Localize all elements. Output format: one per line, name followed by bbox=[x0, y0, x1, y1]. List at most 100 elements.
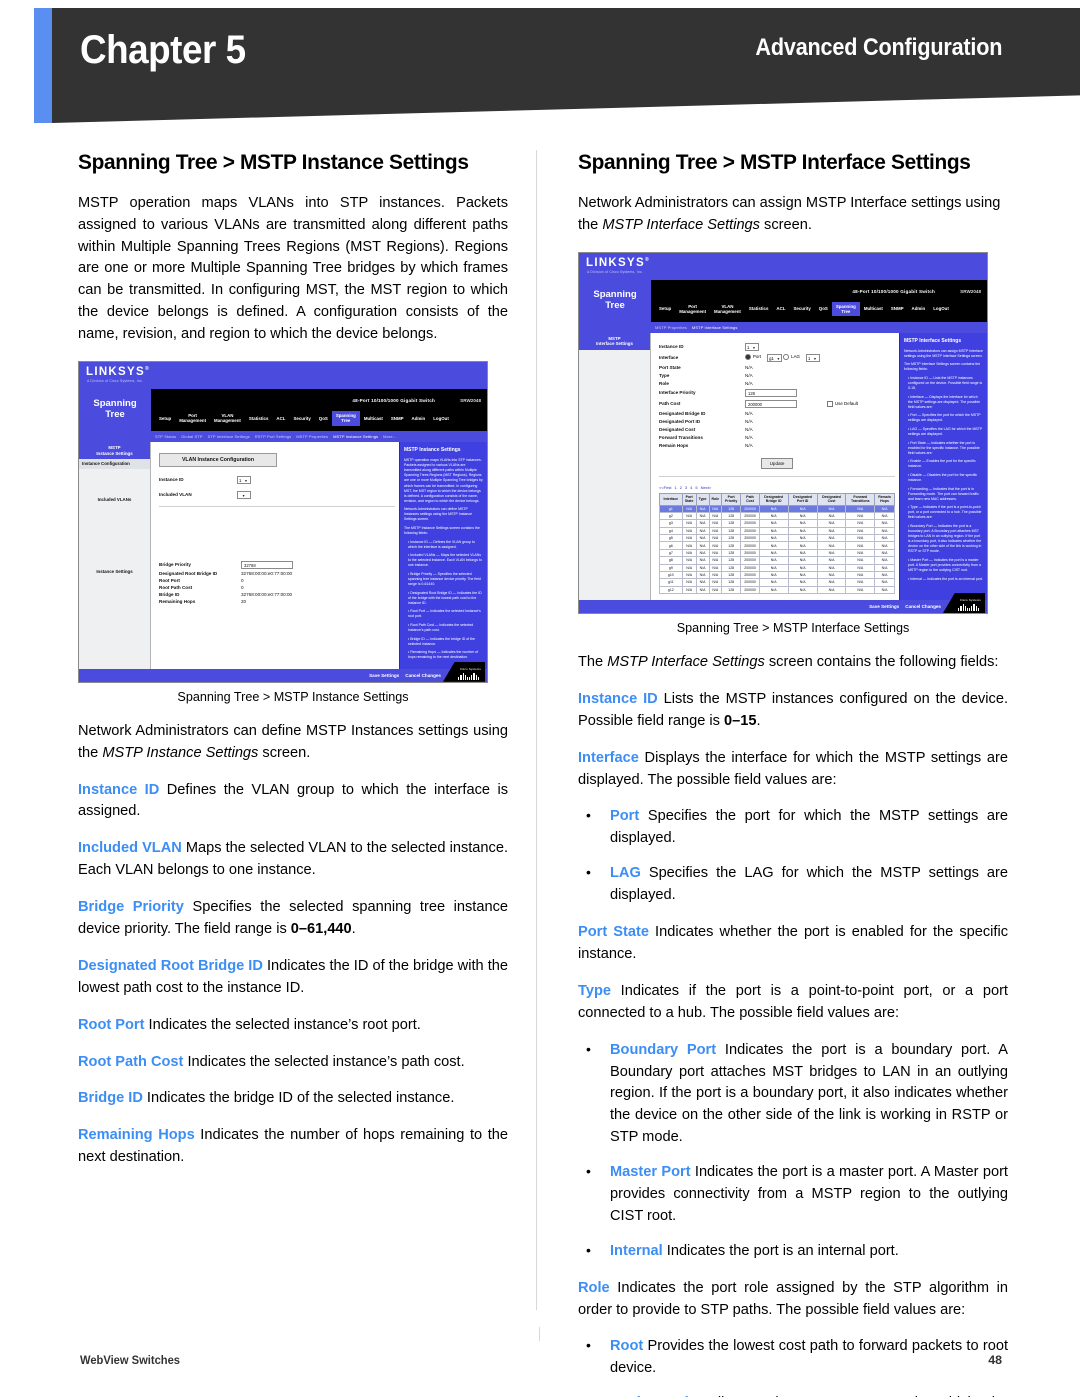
ui-tab-acl[interactable]: ACL bbox=[272, 414, 289, 423]
pager-page[interactable]: 5 bbox=[695, 485, 697, 490]
ui-right-brand-box: Spanning Tree bbox=[579, 279, 651, 322]
sidebar-item-included-vlans[interactable]: Included VLANs bbox=[79, 495, 150, 505]
linksys-logo-subtitle: A Division of Cisco Systems, Inc. bbox=[87, 378, 143, 383]
pager-page[interactable]: 4 bbox=[690, 485, 692, 490]
ui-right-footer-actions[interactable]: Save Settings Cancel Changes bbox=[869, 604, 941, 609]
right-heading: Spanning Tree > MSTP Interface Settings bbox=[578, 150, 971, 174]
sidebar-item-instance-settings[interactable]: Instance Settings bbox=[79, 567, 150, 577]
ui-right-tab-strip[interactable]: Setup Port Management VLAN Management Stati… bbox=[651, 296, 987, 322]
form-input[interactable]: 128 bbox=[745, 388, 797, 397]
included-vlan-dropdown[interactable] bbox=[237, 490, 251, 499]
ui-right-breadcrumbs[interactable]: MSTP Properties MSTP Interface Settings bbox=[579, 321, 987, 333]
ui-tab-logout[interactable]: LogOut bbox=[429, 414, 453, 423]
ui-tab-admin[interactable]: Admin bbox=[408, 414, 430, 423]
table-row[interactable]: g8 N/A N/A N/A 128 200000 N/A N/A N/A N/A N/A bbox=[659, 556, 895, 565]
sidebar-item-instance-configuration[interactable]: Instance Configuration bbox=[79, 459, 150, 470]
radio-lag[interactable]: LAG bbox=[783, 354, 800, 360]
ui-tab-snmp[interactable]: SNMP bbox=[887, 304, 908, 313]
settings-value[interactable]: 32768 bbox=[241, 560, 293, 569]
ui-right-footer: Save Settings Cancel Changes Cisco Syste… bbox=[579, 593, 987, 614]
ui-tab-snmp[interactable]: SNMP bbox=[387, 414, 408, 423]
field-definition: LAG Specifies the LAG for which the MSTP… bbox=[578, 862, 1008, 907]
table-column-header: Interface bbox=[659, 492, 683, 506]
pager-next[interactable]: Next> bbox=[701, 485, 712, 490]
pager-page[interactable]: 1 bbox=[674, 485, 676, 490]
form-dropdown[interactable]: 1 bbox=[745, 342, 759, 351]
ui-tab-setup[interactable]: Setup bbox=[655, 304, 675, 313]
ui-tab-security[interactable]: Security bbox=[789, 304, 814, 313]
table-row[interactable]: g5 N/A N/A N/A 128 200000 N/A N/A N/A N/A N/A bbox=[659, 534, 895, 543]
breadcrumb-item[interactable]: MSTP Instance Settings bbox=[333, 434, 378, 439]
ui-tab-spanning-tree[interactable]: Spanning Tree bbox=[331, 411, 360, 426]
ui-left-tab-strip[interactable]: Setup Port Management VLAN Management Stati… bbox=[151, 405, 487, 431]
port-dropdown[interactable]: g1 bbox=[767, 353, 782, 362]
table-row[interactable]: g11 N/A N/A N/A 128 200000 N/A N/A N/A N/A N/A bbox=[659, 578, 895, 587]
help-paragraph: Network Administrators can define MSTP I… bbox=[404, 507, 473, 522]
table-row[interactable]: g6 N/A N/A N/A 128 200000 N/A N/A N/A N/A N/A bbox=[659, 541, 895, 550]
device-sku-label: SRW2048 bbox=[460, 397, 481, 403]
table-cell: N/A bbox=[816, 548, 847, 558]
ui-right-sidebar[interactable]: MSTP Interface Settings bbox=[579, 332, 651, 601]
ui-tab-port-management[interactable]: Port Management bbox=[675, 302, 710, 316]
ui-tab-spanning-tree[interactable]: Spanning Tree bbox=[831, 301, 860, 317]
breadcrumb-item[interactable]: MSTP Interface Settings bbox=[692, 325, 738, 330]
table-row[interactable]: g4 N/A N/A N/A 128 200000 N/A N/A N/A N/A N/A bbox=[659, 526, 895, 536]
ui-tab-acl[interactable]: ACL bbox=[772, 304, 789, 313]
table-row[interactable]: g9 N/A N/A N/A 128 200000 N/A N/A N/A N/A N/A bbox=[659, 563, 895, 572]
pager-page[interactable]: 2 bbox=[680, 485, 682, 490]
ui-tab-multicast[interactable]: Multicast bbox=[860, 304, 887, 313]
pager-first[interactable]: <<First bbox=[659, 485, 671, 490]
ui-tab-multicast[interactable]: Multicast bbox=[360, 414, 387, 423]
use-default-checkbox[interactable]: Use Default bbox=[827, 401, 858, 407]
ui-right-body: MSTPInterface Settings Instance ID1Inter… bbox=[579, 332, 987, 601]
table-cell: N/A bbox=[758, 534, 789, 543]
breadcrumb-item[interactable]: MSTP Properties bbox=[655, 325, 687, 330]
breadcrumb-item[interactable]: Global STP bbox=[181, 434, 202, 439]
ui-tab-qos[interactable]: QoS bbox=[815, 304, 832, 313]
table-row[interactable]: g10 N/A N/A N/A 128 200000 N/A N/A N/A N/A N/A bbox=[659, 570, 895, 580]
vlan-instance-configuration-button[interactable]: VLAN Instance Configuration bbox=[159, 452, 277, 467]
table-cell: g5 bbox=[659, 534, 683, 543]
ui-tab-statistics[interactable]: Statistics bbox=[245, 414, 273, 423]
table-row[interactable]: g12 N/A N/A N/A 128 200000 N/A N/A N/A N/A N/A bbox=[659, 585, 895, 595]
pager-page[interactable]: 3 bbox=[685, 485, 687, 490]
field-term: Root Path Cost bbox=[78, 1053, 184, 1070]
table-pager[interactable]: <<First 1 2 3 4 5 Next> bbox=[659, 485, 895, 490]
form-input[interactable]: 200000 bbox=[745, 399, 797, 408]
ui-tab-setup[interactable]: Setup bbox=[155, 414, 175, 423]
table-row[interactable]: g3 N/A N/A N/A 128 200000 N/A N/A N/A N/A N/A bbox=[659, 519, 895, 528]
ui-left-sidebar[interactable]: MSTP Instance Settings Instance Configura… bbox=[79, 441, 151, 669]
cancel-changes-button[interactable]: Cancel Changes bbox=[405, 673, 441, 678]
ui-tab-logout[interactable]: LogOut bbox=[929, 304, 953, 313]
breadcrumb-item[interactable]: STP Interface Settings bbox=[208, 434, 250, 439]
update-button[interactable]: Update bbox=[760, 457, 794, 469]
instance-id-dropdown[interactable]: 1 bbox=[237, 475, 251, 484]
breadcrumb-item[interactable]: MSTP Properties bbox=[296, 434, 328, 439]
interface-radio-group[interactable]: Port g1 LAG 1 bbox=[745, 353, 820, 362]
cancel-changes-button[interactable]: Cancel Changes bbox=[905, 604, 941, 609]
ui-tab-vlan-management[interactable]: VLAN Management bbox=[210, 411, 245, 425]
column-divider bbox=[536, 150, 537, 1310]
breadcrumb-item[interactable]: STP Status bbox=[155, 434, 176, 439]
ui-tab-vlan-management[interactable]: VLAN Management bbox=[710, 302, 745, 316]
save-settings-button[interactable]: Save Settings bbox=[869, 604, 899, 609]
ui-left-breadcrumbs[interactable]: STP Status Global STP STP Interface Settin… bbox=[79, 430, 487, 442]
radio-port[interactable]: Port bbox=[745, 354, 761, 360]
ui-tab-statistics[interactable]: Statistics bbox=[745, 304, 773, 313]
table-row[interactable]: g7 N/A N/A N/A 128 200000 N/A N/A N/A N/A N/A bbox=[659, 548, 895, 558]
ui-tab-admin[interactable]: Admin bbox=[908, 304, 930, 313]
field-term: Type bbox=[578, 982, 611, 999]
ui-left-footer-actions[interactable]: Save Settings Cancel Changes bbox=[369, 673, 441, 678]
ui-tab-port-management[interactable]: Port Management bbox=[175, 411, 210, 425]
breadcrumb-item[interactable]: More... bbox=[383, 434, 396, 439]
save-settings-button[interactable]: Save Settings bbox=[369, 673, 399, 678]
ui-tab-security[interactable]: Security bbox=[289, 414, 314, 423]
table-body[interactable]: g1 N/A N/A N/A 128 200000 N/A N/A N/A N/A N/A g2 N/A… bbox=[659, 504, 895, 595]
table-row[interactable]: g1 N/A N/A N/A 128 200000 N/A N/A N/A N/A N/A bbox=[659, 504, 895, 513]
breadcrumb-item[interactable]: RSTP Port Settings bbox=[255, 434, 291, 439]
table-cell: g7 bbox=[659, 548, 683, 558]
table-row[interactable]: g2 N/A N/A N/A 128 200000 N/A N/A N/A N/A N/A bbox=[659, 511, 895, 521]
lag-dropdown[interactable]: 1 bbox=[805, 353, 820, 362]
ui-tab-qos[interactable]: QoS bbox=[315, 414, 332, 423]
form-row: Designated Cost N/A bbox=[659, 427, 895, 432]
